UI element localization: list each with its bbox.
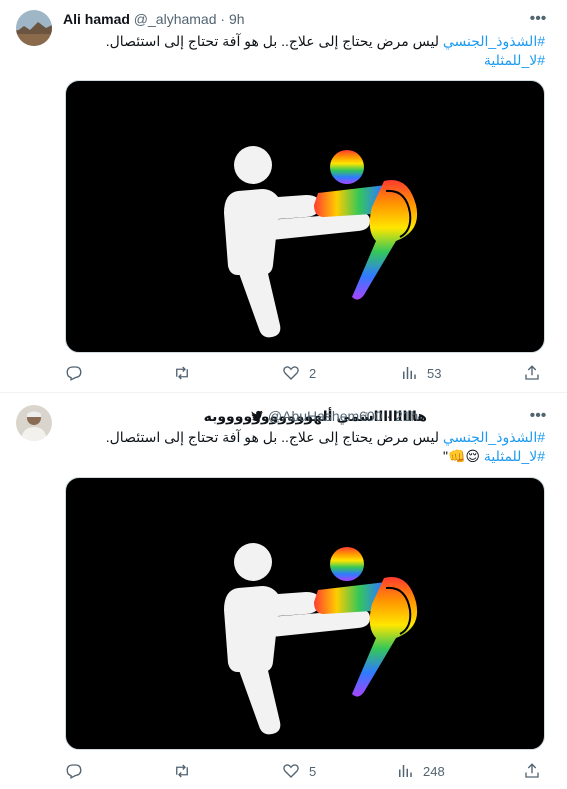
views-icon (403, 367, 416, 379)
more-icon[interactable]: ••• (529, 10, 547, 28)
heart-icon (283, 764, 299, 778)
more-icon[interactable]: ••• (529, 407, 547, 425)
like-button[interactable]: 5 (282, 761, 316, 781)
avatar[interactable] (16, 405, 52, 441)
tweet-image[interactable] (65, 477, 545, 750)
views-icon (399, 765, 412, 777)
views-button[interactable]: 248 (396, 761, 445, 781)
retweet-icon (176, 764, 188, 778)
share-button[interactable] (523, 363, 541, 383)
hashtag-link[interactable]: #الشذوذ_الجنسي (443, 33, 545, 49)
twitter-bird-icon (250, 409, 264, 427)
tweet-text-suffix: 😌👊" (442, 448, 484, 464)
reply-icon (66, 764, 82, 779)
retweet-button[interactable] (173, 761, 200, 781)
tweet-text-body: ليس مرض يحتاج إلى علاج.. بل هو آفة تحتاج… (105, 429, 443, 445)
share-button[interactable] (523, 761, 541, 781)
like-count: 5 (309, 763, 317, 779)
view-count: 248 (423, 763, 445, 779)
like-count: 2 (309, 365, 317, 381)
view-count: 53 (427, 365, 442, 381)
tweet-header: @AbuHashem600 · 21h (250, 407, 527, 425)
tweet-divider (0, 392, 567, 393)
avatar[interactable] (16, 10, 52, 46)
retweet-icon (176, 366, 188, 380)
heart-icon (283, 366, 299, 380)
retweet-button[interactable] (173, 363, 200, 383)
timestamp[interactable]: 9h (229, 11, 245, 27)
reply-button[interactable] (65, 761, 92, 781)
tweet-header: Ali hamad @_alyhamad · 9h (63, 10, 527, 28)
timestamp[interactable]: 21h (395, 408, 418, 424)
tweet-text-body: ليس مرض يحتاج إلى علاج.. بل هو آفة تحتاج… (105, 33, 443, 49)
hashtag-link[interactable]: #لا_للمثلية (484, 448, 545, 464)
separator: · (386, 408, 392, 424)
tweet-1[interactable]: Ali hamad @_alyhamad · 9h ••• #الشذوذ_ال… (0, 0, 567, 392)
tweet-actions: 5 248 (60, 761, 550, 781)
user-handle[interactable]: @_alyhamad (134, 11, 217, 27)
hashtag-link[interactable]: #الشذوذ_الجنسي (443, 429, 545, 445)
share-icon (525, 365, 539, 380)
tweet-text: #الشذوذ_الجنسي ليس مرض يحتاج إلى علاج.. … (63, 428, 545, 466)
tweet-text: #الشذوذ_الجنسي ليس مرض يحتاج إلى علاج.. … (63, 32, 545, 70)
like-button[interactable]: 2 (282, 363, 316, 383)
tweet-actions: 2 53 (60, 363, 550, 383)
share-icon (525, 763, 539, 778)
tweet-2[interactable]: هاااااااااشمي ألهوووووووووووبه @AbuHashe… (0, 395, 567, 789)
user-handle[interactable]: @AbuHashem600 (268, 408, 383, 424)
reply-icon (66, 366, 82, 381)
reply-button[interactable] (65, 363, 92, 383)
separator: · (220, 11, 226, 27)
hashtag-link[interactable]: #لا_للمثلية (484, 52, 545, 68)
display-name[interactable]: Ali hamad (63, 11, 130, 27)
kick-illustration (224, 543, 418, 735)
tweet-image[interactable] (65, 80, 545, 353)
views-button[interactable]: 53 (400, 363, 441, 383)
kick-illustration (224, 146, 418, 338)
